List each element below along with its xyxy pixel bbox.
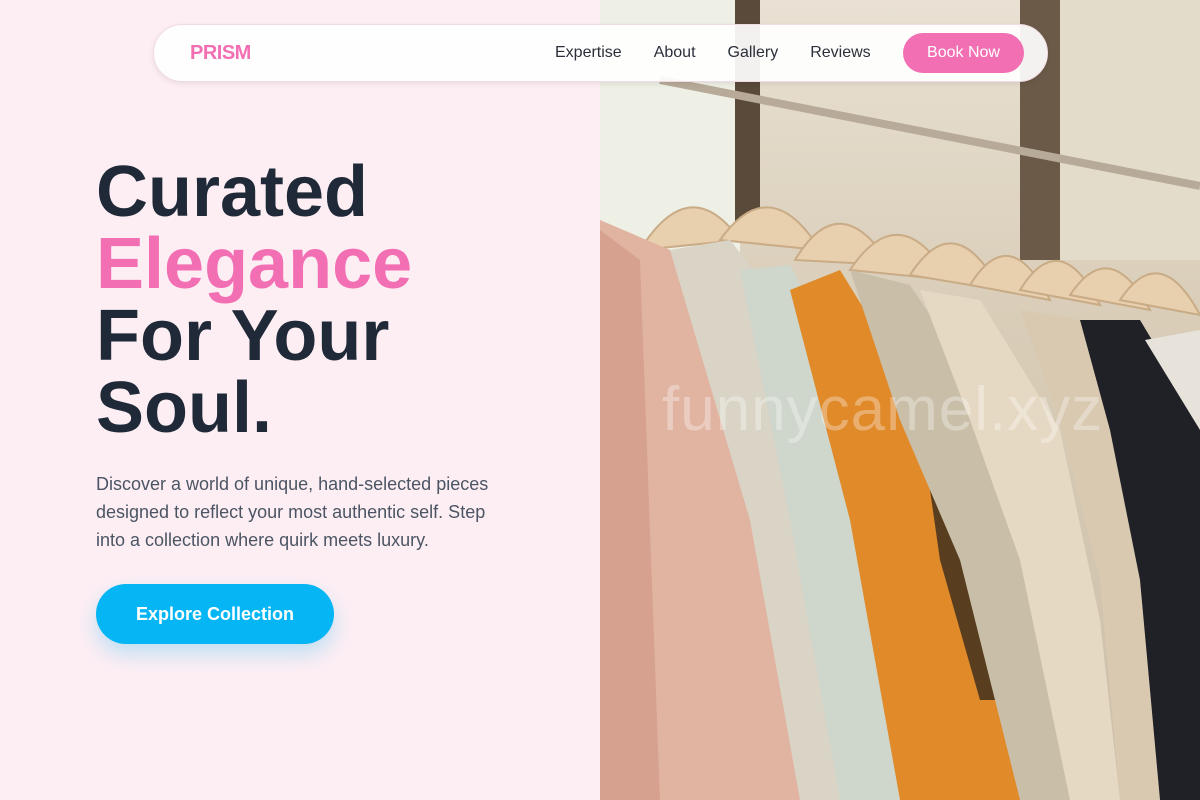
nav-link-about[interactable]: About xyxy=(654,44,696,62)
headline-line-3: For Your xyxy=(96,296,390,376)
hero-image: funnycamel.xyz xyxy=(600,0,1200,800)
headline-line-2: Elegance xyxy=(96,224,413,304)
book-now-button[interactable]: Book Now xyxy=(903,33,1024,73)
explore-collection-button[interactable]: Explore Collection xyxy=(96,584,334,644)
top-navbar: PRISM Expertise About Gallery Reviews Bo… xyxy=(153,24,1048,82)
nav-link-gallery[interactable]: Gallery xyxy=(728,44,779,62)
headline-line-4: Soul. xyxy=(96,368,272,448)
watermark: funnycamel.xyz xyxy=(662,375,1104,444)
headline-line-1: Curated xyxy=(96,152,369,232)
nav-link-expertise[interactable]: Expertise xyxy=(555,44,622,62)
hero-left-panel: Curated Elegance For Your Soul. Discover… xyxy=(0,0,600,800)
nav-links: Expertise About Gallery Reviews xyxy=(555,44,871,62)
hero-description: Discover a world of unique, hand-selecte… xyxy=(96,474,489,550)
nav-link-reviews[interactable]: Reviews xyxy=(810,44,870,62)
brand-logo[interactable]: PRISM xyxy=(190,42,251,65)
hero-headline: Curated Elegance For Your Soul. xyxy=(96,156,412,444)
